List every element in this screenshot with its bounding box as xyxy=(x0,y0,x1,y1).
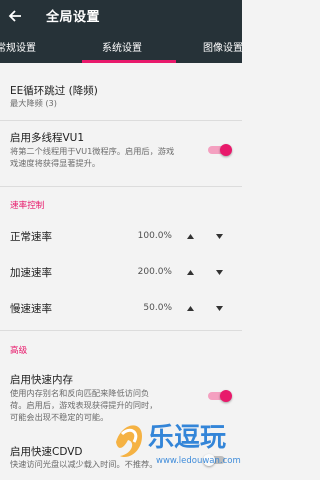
turbo-speed-label: 加速速率 xyxy=(10,267,52,279)
normal-speed-label: 正常速率 xyxy=(10,231,52,243)
ee-cycle-title: EE循环跳过 (降频) xyxy=(10,85,98,97)
slow-speed-label: 慢速速率 xyxy=(10,303,52,315)
increase-arrow-icon[interactable] xyxy=(184,303,196,313)
tab-bar: 常规设置 系统设置 图像设置 xyxy=(0,31,243,63)
normal-speed-value: 100.0% xyxy=(137,231,172,241)
back-arrow-icon[interactable] xyxy=(0,0,30,31)
ee-cycle-value: 最大降频 (3) xyxy=(10,98,57,108)
divider xyxy=(0,186,242,187)
fast-cdvd-title: 启用快速CDVD xyxy=(10,446,83,458)
active-tab-indicator xyxy=(82,60,176,63)
watermark-url: www.ledouwan.com xyxy=(156,456,241,466)
app-bar: 全局设置 xyxy=(0,0,242,31)
multithread-title: 启用多线程VU1 xyxy=(10,132,85,144)
divider xyxy=(0,120,242,121)
slow-speed-value: 50.0% xyxy=(143,303,172,313)
turbo-speed-value: 200.0% xyxy=(137,267,172,277)
fast-memory-title: 启用快速内存 xyxy=(10,374,73,386)
increase-arrow-icon[interactable] xyxy=(184,231,196,241)
page-title: 全局设置 xyxy=(46,10,101,25)
decrease-arrow-icon[interactable] xyxy=(213,231,225,241)
tab-general[interactable]: 常规设置 xyxy=(0,39,36,54)
decrease-arrow-icon[interactable] xyxy=(213,267,225,277)
speed-section-header: 速率控制 xyxy=(10,201,45,211)
fast-memory-toggle[interactable] xyxy=(208,390,232,402)
multithread-toggle[interactable] xyxy=(208,144,232,156)
toggle-thumb xyxy=(220,390,232,402)
multithread-desc-line1: 将第二个线程用于VU1微程序。启用后，游戏 xyxy=(10,146,175,156)
divider xyxy=(0,330,242,331)
fast-memory-desc-line3: 可能会出现不稳定的可能。 xyxy=(10,412,109,422)
decrease-arrow-icon[interactable] xyxy=(213,303,225,313)
tab-graphics[interactable]: 图像设置 xyxy=(203,39,243,54)
advanced-section-header: 高级 xyxy=(10,346,28,356)
watermark: 乐逗玩 www.ledouwan.com xyxy=(112,412,242,472)
increase-arrow-icon[interactable] xyxy=(184,267,196,277)
fast-memory-desc-line2: 荷。启用后，游戏表现获得提升的同时， xyxy=(10,400,158,410)
toggle-thumb xyxy=(220,144,232,156)
watermark-logo-icon: 乐逗玩 www.ledouwan.com xyxy=(116,423,241,466)
watermark-brand: 乐逗玩 xyxy=(148,423,226,453)
tab-system[interactable]: 系统设置 xyxy=(102,39,142,54)
multithread-desc-line2: 戏速度将获得显著提升。 xyxy=(10,158,101,168)
fast-memory-desc-line1: 使用内存别名和反向匹配来降低访问负 xyxy=(10,388,150,398)
